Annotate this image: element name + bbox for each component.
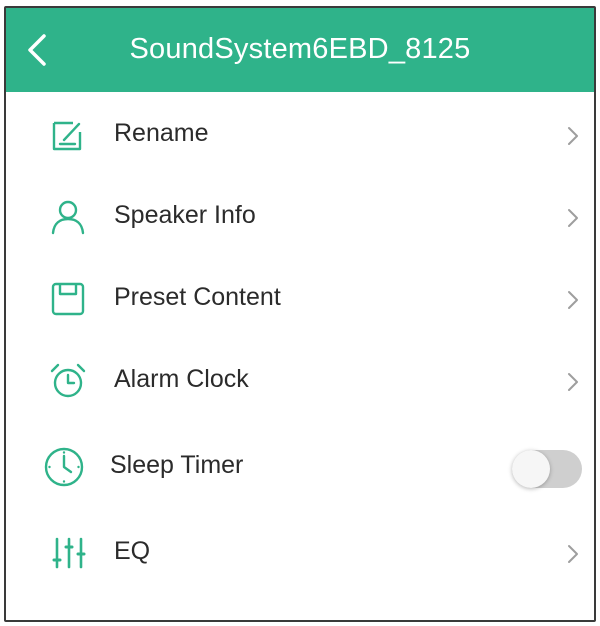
chevron-right-icon [568,545,578,563]
menu-item-label: Rename [114,119,209,147]
menu-item-label: Sleep Timer [110,451,244,479]
page-title: SoundSystem6EBD_8125 [129,33,471,65]
sleep-timer-toggle[interactable] [512,450,582,488]
person-icon [51,200,85,235]
toggle-knob [512,450,550,488]
menu-item-label: EQ [114,537,151,565]
menu-item-label: Alarm Clock [114,365,249,393]
menu-item-label: Speaker Info [114,201,256,229]
menu-item-alarm-clock[interactable]: Alarm Clock [6,342,594,424]
edit-note-icon [52,121,82,151]
app-header: SoundSystem6EBD_8125 [6,8,594,92]
chevron-right-icon [568,127,578,145]
menu-item-speaker-info[interactable]: Speaker Info [6,178,594,260]
menu-item-label: Preset Content [114,283,281,311]
chevron-right-icon [568,291,578,309]
device-settings-screen: SoundSystem6EBD_8125 Rename Speaker Info… [4,6,596,622]
alarm-clock-icon [50,363,86,398]
chevron-right-icon [568,209,578,227]
clock-icon [44,447,84,487]
save-icon [51,282,85,316]
menu-item-rename[interactable]: Rename [6,96,594,178]
equalizer-sliders-icon [52,537,86,569]
menu-item-sleep-timer: Sleep Timer [6,428,594,510]
chevron-right-icon [568,373,578,391]
menu-item-preset-content[interactable]: Preset Content [6,260,594,342]
menu-item-eq[interactable]: EQ [6,514,594,596]
